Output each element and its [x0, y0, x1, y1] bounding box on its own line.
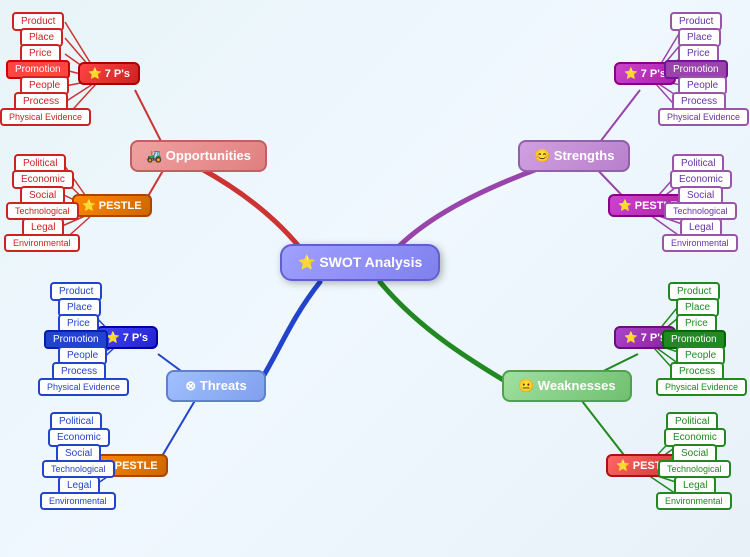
str-pestle-env[interactable]: Environmental — [662, 234, 738, 252]
opportunities-node[interactable]: 🚜 Opportunities — [130, 140, 267, 172]
opp-leaf-physev[interactable]: Physical Evidence — [0, 108, 91, 126]
mind-map: ⭐ SWOT Analysis 🚜 Opportunities 😊 Streng… — [0, 0, 750, 557]
threats-node[interactable]: ⊗ Threats — [166, 370, 266, 402]
weaknesses-label: 😐 Weaknesses — [518, 378, 616, 393]
wkn-pestle-env[interactable]: Environmental — [656, 492, 732, 510]
threats-label: ⊗ Threats — [185, 378, 246, 393]
str-leaf-physev[interactable]: Physical Evidence — [658, 108, 749, 126]
thr-pestle-env[interactable]: Environmental — [40, 492, 116, 510]
strengths-node[interactable]: 😊 Strengths — [518, 140, 630, 172]
central-node[interactable]: ⭐ SWOT Analysis — [280, 244, 440, 281]
opportunities-label: 🚜 Opportunities — [146, 148, 251, 163]
strengths-label: 😊 Strengths — [534, 148, 614, 163]
wkn-leaf-physev[interactable]: Physical Evidence — [656, 378, 747, 396]
weaknesses-node[interactable]: 😐 Weaknesses — [502, 370, 632, 402]
central-label: ⭐ SWOT Analysis — [298, 254, 422, 270]
thr-leaf-physev[interactable]: Physical Evidence — [38, 378, 129, 396]
opp-pestle-env[interactable]: Environmental — [4, 234, 80, 252]
opp-7ps-node[interactable]: ⭐ 7 P's — [78, 62, 140, 85]
opp-pestle-node[interactable]: ⭐ PESTLE — [72, 194, 152, 217]
